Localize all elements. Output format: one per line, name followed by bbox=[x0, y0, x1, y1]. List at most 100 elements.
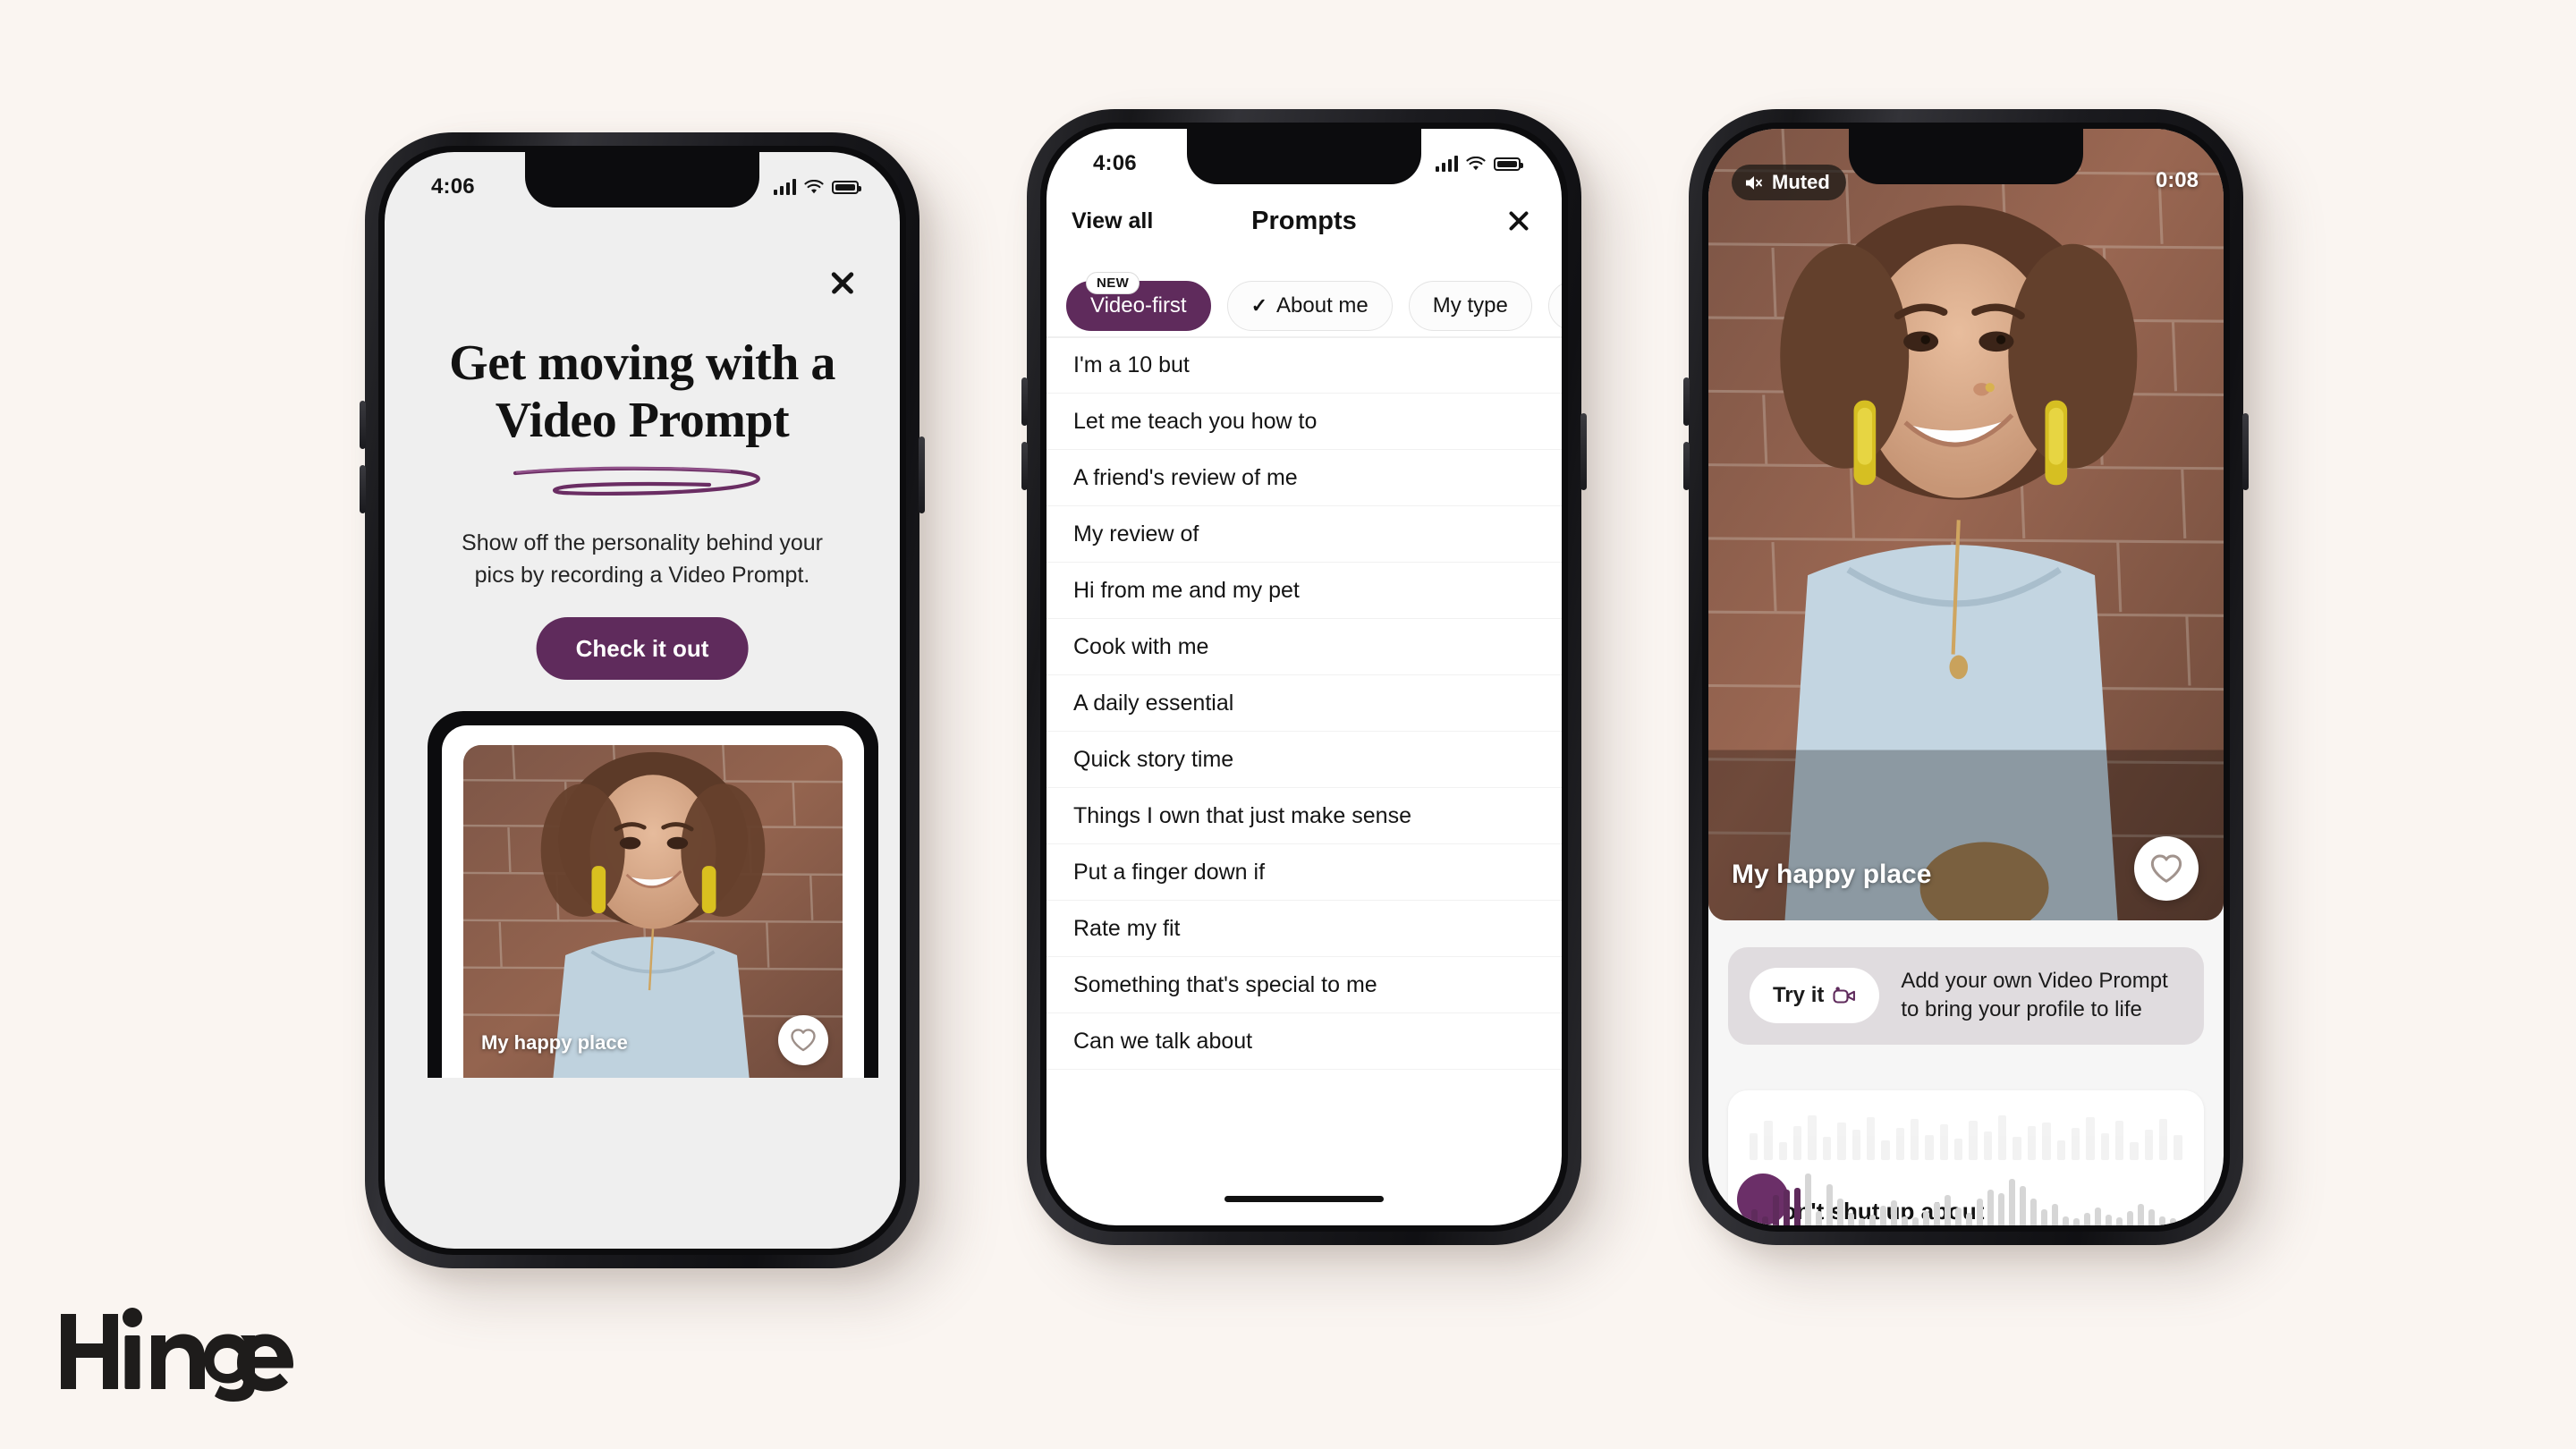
volume-down-button[interactable] bbox=[360, 465, 366, 513]
volume-up-button[interactable] bbox=[360, 401, 366, 449]
close-icon[interactable] bbox=[1506, 208, 1531, 233]
waveform-bar bbox=[1793, 1126, 1802, 1160]
waveform-bar bbox=[1880, 1206, 1886, 1225]
prompt-list-item[interactable]: Quick story time bbox=[1046, 732, 1562, 788]
waveform-bar bbox=[2148, 1209, 2155, 1225]
waveform-bar bbox=[1826, 1184, 1833, 1225]
heart-outline-icon[interactable] bbox=[778, 1015, 828, 1065]
prompt-list-item[interactable]: My review of bbox=[1046, 506, 1562, 563]
muted-label: Muted bbox=[1772, 171, 1830, 193]
volume-down-button[interactable] bbox=[1021, 442, 1028, 490]
waveform-bar bbox=[1910, 1119, 1919, 1160]
tab-label: Video-first bbox=[1090, 293, 1187, 318]
prompt-label: A daily essential bbox=[1073, 690, 1234, 716]
waveform-bar bbox=[1969, 1121, 1978, 1160]
prompt-list-item[interactable]: Things I own that just make sense bbox=[1046, 788, 1562, 844]
waveform-bar bbox=[2138, 1204, 2144, 1225]
waveform-bar bbox=[1945, 1195, 1951, 1225]
phone-mockup-1: 4:06 Get moving with a Video Prompt Show… bbox=[360, 132, 925, 1268]
page-title: Get moving with a Video Prompt bbox=[385, 335, 900, 450]
wifi-icon bbox=[1466, 156, 1486, 172]
waveform-bar bbox=[1895, 1128, 1904, 1160]
waveform-bar bbox=[2144, 1130, 2154, 1160]
prompt-list-item[interactable]: I'm a 10 but bbox=[1046, 337, 1562, 394]
tab-getting-personal[interactable]: ✓ Gettin bbox=[1547, 281, 1562, 331]
prompt-label: Hi from me and my pet bbox=[1073, 577, 1300, 603]
prompt-list-item[interactable]: A friend's review of me bbox=[1046, 450, 1562, 506]
tab-about-me[interactable]: ✓ About me bbox=[1226, 281, 1393, 331]
prompt-label: My review of bbox=[1073, 521, 1199, 547]
inner-phone-screen: My happy place bbox=[442, 725, 864, 1078]
prompt-list-item[interactable]: Something that's special to me bbox=[1046, 957, 1562, 1013]
waveform-bar bbox=[1852, 1130, 1860, 1160]
waveform-bar bbox=[1773, 1195, 1779, 1225]
waveform-bar bbox=[2130, 1142, 2139, 1160]
heart-outline-icon[interactable] bbox=[2134, 836, 2199, 901]
prompt-list-item[interactable]: Hi from me and my pet bbox=[1046, 563, 1562, 619]
tab-my-type[interactable]: My type bbox=[1408, 281, 1532, 331]
video-prompt-player[interactable]: Muted 0:08 My happy place bbox=[1708, 129, 2224, 920]
preview-caption: My happy place bbox=[481, 1031, 628, 1054]
waveform-bar bbox=[2116, 1217, 2123, 1225]
waveform-bar bbox=[1939, 1124, 1949, 1160]
waveform-bar bbox=[1925, 1135, 1934, 1160]
prompt-list-item[interactable]: A daily essential bbox=[1046, 675, 1562, 732]
waveform-bar bbox=[1805, 1174, 1811, 1225]
volume-up-button[interactable] bbox=[1683, 377, 1690, 426]
waveform-bar bbox=[1816, 1211, 1822, 1225]
check-icon: ✓ bbox=[1250, 294, 1268, 317]
waveform-bar bbox=[1866, 1117, 1876, 1160]
headline-line-1: Get moving with a bbox=[449, 335, 835, 391]
divider bbox=[1046, 336, 1562, 338]
prompt-list-item[interactable]: Rate my fit bbox=[1046, 901, 1562, 957]
audio-waveform[interactable] bbox=[1751, 1163, 2186, 1225]
waveform-bar bbox=[1954, 1139, 1963, 1160]
waveform-bar bbox=[1977, 1199, 1983, 1225]
status-indicators bbox=[1436, 156, 1523, 172]
muted-badge[interactable]: Muted bbox=[1732, 165, 1846, 200]
power-button[interactable] bbox=[1580, 413, 1587, 490]
waveform-bar bbox=[2159, 1119, 2168, 1160]
home-indicator[interactable] bbox=[1224, 1196, 1384, 1202]
try-it-banner: Try it Add your own Video Prompt to brin… bbox=[1728, 947, 2204, 1045]
prompt-list-item[interactable]: Cook with me bbox=[1046, 619, 1562, 675]
prompt-list-item[interactable]: Put a finger down if bbox=[1046, 844, 1562, 901]
waveform-bar bbox=[1750, 1133, 1758, 1160]
speaker-muted-icon bbox=[1746, 175, 1762, 190]
waveform-bar bbox=[1762, 1216, 1768, 1225]
try-it-button[interactable]: Try it bbox=[1750, 968, 1880, 1024]
status-time: 4:06 bbox=[431, 174, 475, 199]
prompt-list-item[interactable]: Let me teach you how to bbox=[1046, 394, 1562, 450]
waveform-bar bbox=[2009, 1179, 2015, 1225]
waveform-bar bbox=[1998, 1193, 2004, 1225]
notch bbox=[1849, 129, 2083, 184]
volume-down-button[interactable] bbox=[1683, 442, 1690, 490]
cellular-bars-icon bbox=[774, 179, 796, 195]
waveform-bar bbox=[2159, 1216, 2165, 1225]
close-button[interactable] bbox=[826, 267, 859, 299]
cellular-bars-icon bbox=[1436, 156, 1458, 172]
prompt-list-item[interactable]: Can we talk about bbox=[1046, 1013, 1562, 1070]
waveform-bar bbox=[2030, 1199, 2037, 1225]
waveform-bar bbox=[1848, 1213, 1854, 1225]
waveform-bar bbox=[2095, 1208, 2101, 1225]
power-button[interactable] bbox=[2242, 413, 2249, 490]
power-button[interactable] bbox=[919, 436, 925, 513]
view-all-button[interactable]: View all bbox=[1072, 208, 1153, 234]
volume-up-button[interactable] bbox=[1021, 377, 1028, 426]
phone-bezel: 4:06 Get moving with a Video Prompt Show… bbox=[378, 146, 906, 1255]
phone-mockup-3: Muted 0:08 My happy place Try it Add you… bbox=[1683, 109, 2249, 1245]
audio-prompt-card[interactable]: I won't shut up about bbox=[1728, 1090, 2204, 1225]
prompt-list[interactable]: I'm a 10 but Let me teach you how to A fri… bbox=[1046, 337, 1562, 1225]
waveform-bar bbox=[1912, 1217, 1919, 1225]
waveform-bar bbox=[2114, 1121, 2124, 1160]
prompt-label: Quick story time bbox=[1073, 746, 1234, 772]
waveform-bar bbox=[1934, 1202, 1940, 1225]
phone1-screen: 4:06 Get moving with a Video Prompt Show… bbox=[385, 152, 900, 1249]
video-prompt-preview-card[interactable]: My happy place bbox=[463, 745, 843, 1078]
category-tabs[interactable]: NEW Video-first ✓ About me My type ✓ bbox=[1046, 261, 1562, 336]
waveform-bar bbox=[2071, 1128, 2080, 1160]
check-it-out-button[interactable]: Check it out bbox=[536, 617, 749, 680]
video-frame bbox=[1708, 129, 2224, 920]
waveform-bar bbox=[2056, 1140, 2065, 1160]
